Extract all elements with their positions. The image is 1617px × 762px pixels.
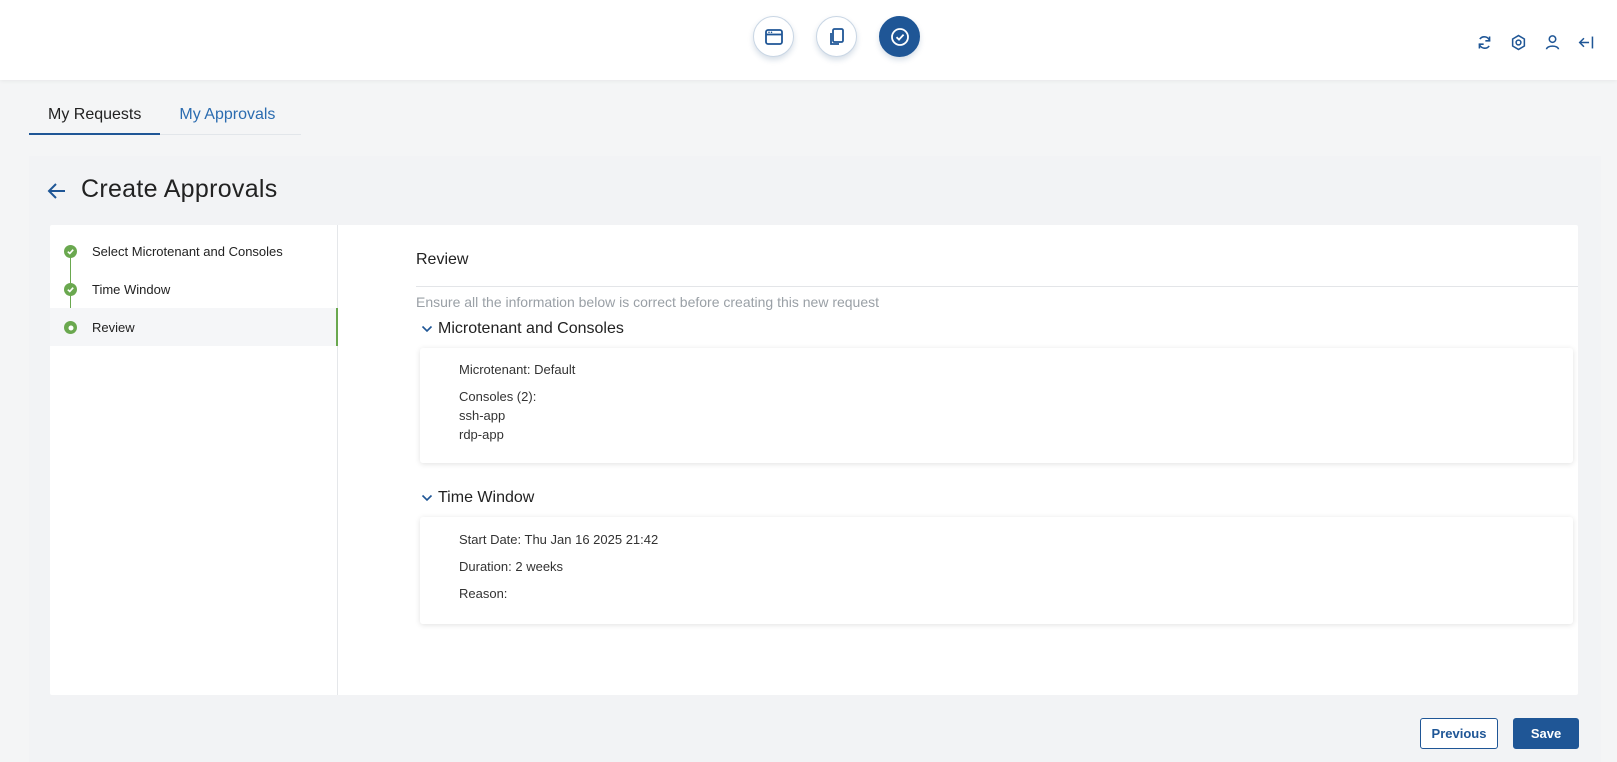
previous-button[interactable]: Previous	[1420, 718, 1498, 749]
settings-gear-icon[interactable]	[1508, 32, 1528, 52]
section-title: Microtenant and Consoles	[438, 320, 624, 337]
wizard-stepper: Select Microtenant and Consoles Time Win…	[50, 225, 338, 695]
chevron-down-icon	[421, 325, 433, 333]
step-time-window[interactable]: Time Window	[50, 270, 338, 308]
consoles-header: Consoles (2):	[459, 389, 537, 404]
check-icon	[64, 245, 77, 258]
logout-icon[interactable]	[1576, 32, 1596, 52]
time-window-section-toggle[interactable]: Time Window	[420, 489, 534, 507]
save-button[interactable]: Save	[1513, 718, 1579, 749]
user-icon[interactable]	[1542, 32, 1562, 52]
review-title: Review	[416, 251, 469, 268]
console-item: ssh-app	[459, 408, 506, 423]
console-item: rdp-app	[459, 427, 504, 442]
step-select-microtenant[interactable]: Select Microtenant and Consoles	[50, 232, 338, 270]
step-label: Review	[92, 319, 135, 335]
start-date-value: Start Date: Thu Jan 16 2025 21:42	[459, 532, 659, 547]
divider	[416, 286, 1578, 287]
refresh-icon[interactable]	[1474, 32, 1494, 52]
chevron-down-icon	[421, 494, 433, 502]
duration-value: Duration: 2 weeks	[459, 559, 564, 574]
microtenant-value: Microtenant: Default	[459, 362, 576, 377]
back-arrow-icon[interactable]	[46, 180, 68, 202]
step-review[interactable]: Review	[50, 308, 338, 346]
time-window-details-box: Start Date: Thu Jan 16 2025 21:42 Durati…	[420, 517, 1573, 624]
current-step-dot-icon	[64, 321, 77, 334]
check-icon	[64, 283, 77, 296]
step-label: Time Window	[92, 281, 171, 297]
step-label: Select Microtenant and Consoles	[92, 243, 283, 259]
center-nav	[753, 16, 920, 57]
check-circle-icon[interactable]	[879, 16, 920, 57]
right-toolbar	[1474, 32, 1596, 52]
browser-window-icon[interactable]	[753, 16, 794, 57]
review-content: Review Ensure all the information below …	[378, 225, 1578, 695]
microtenant-details-box: Microtenant: Default Consoles (2): ssh-a…	[420, 348, 1573, 463]
copy-documents-icon[interactable]	[816, 16, 857, 57]
wizard-card: Select Microtenant and Consoles Time Win…	[50, 225, 1578, 695]
microtenant-section-toggle[interactable]: Microtenant and Consoles	[420, 320, 624, 338]
tab-my-requests[interactable]: My Requests	[29, 100, 161, 135]
reason-value: Reason:	[459, 586, 508, 601]
top-bar	[0, 0, 1617, 80]
page-title: Create Approvals	[81, 175, 278, 203]
tab-bar: My Requests My Approvals	[29, 100, 294, 135]
tab-my-approvals[interactable]: My Approvals	[160, 100, 294, 135]
section-title: Time Window	[438, 489, 535, 506]
review-hint: Ensure all the information below is corr…	[416, 294, 880, 310]
